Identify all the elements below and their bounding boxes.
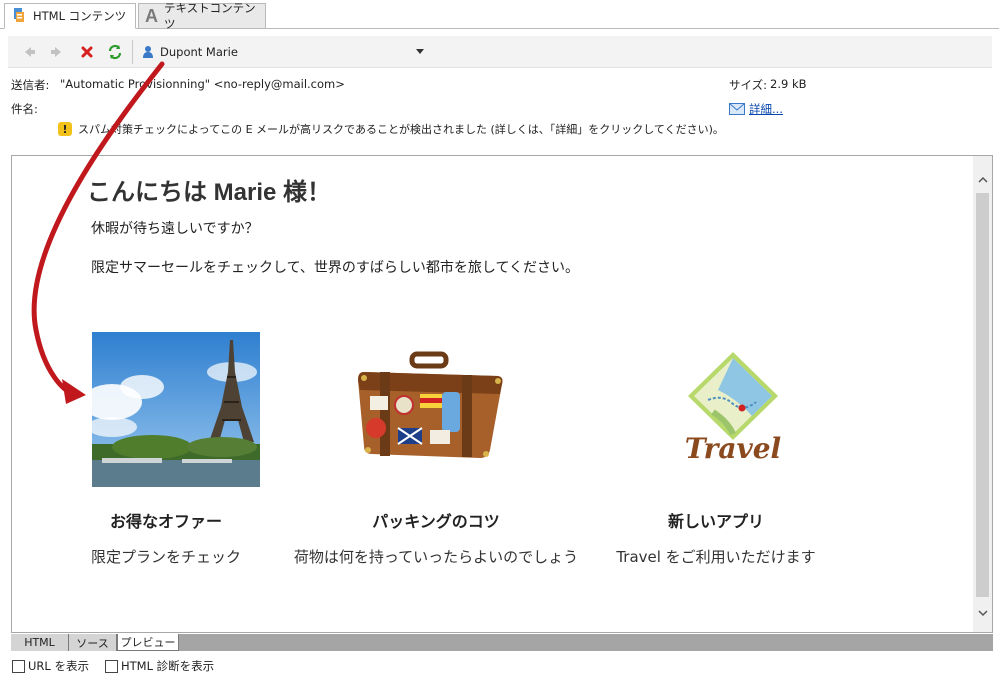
show-html-diag-option[interactable]: HTML 診断を表示: [104, 658, 215, 674]
chevron-down-icon: [977, 609, 988, 616]
show-url-label: URL を表示: [28, 659, 89, 673]
chevron-up-icon: [977, 176, 988, 183]
chevron-down-icon: [416, 49, 424, 54]
app-card-desc: Travel をご利用いただけます: [616, 548, 816, 566]
app-card-title: 新しいアプリ: [667, 512, 764, 531]
size-label: サイズ:: [729, 78, 768, 92]
travel-logo-text: Travel: [684, 432, 782, 465]
show-url-checkbox[interactable]: [12, 659, 25, 673]
packing-card-title: パッキングのコツ: [372, 512, 500, 531]
forward-arrow-icon: [51, 47, 61, 57]
content-tab-strip: HTML コンテンツ A テキストコンテンツ: [0, 0, 999, 31]
preview-scrollbar[interactable]: [973, 156, 992, 632]
scroll-thumb[interactable]: [976, 193, 989, 597]
recipient-selector[interactable]: Dupont Marie: [142, 41, 428, 63]
text-content-icon: A: [145, 5, 158, 26]
details-link-label: 詳細...: [749, 102, 783, 116]
show-html-diag-label: HTML 診断を表示: [120, 659, 215, 673]
recipient-name: Dupont Marie: [160, 45, 238, 59]
tab-html[interactable]: HTML: [11, 634, 69, 651]
suitcase-image[interactable]: [352, 350, 508, 470]
preview-toolbar: Dupont Marie: [8, 36, 992, 68]
scroll-down-button[interactable]: [973, 604, 992, 622]
scroll-up-button[interactable]: [973, 170, 992, 188]
tab-html-content[interactable]: HTML コンテンツ: [4, 3, 136, 29]
eiffel-tower-image[interactable]: [82, 332, 260, 487]
show-url-option[interactable]: URL を表示: [12, 658, 89, 674]
email-line-2: 限定サマーセールをチェックして、世界のすばらしい都市を旅してください。: [91, 260, 580, 276]
back-arrow-icon: [25, 47, 35, 57]
packing-card: パッキングのコツ 荷物は何を持っていったらよいのでしょう: [276, 332, 596, 572]
close-icon: [81, 46, 93, 58]
remove-button[interactable]: [78, 43, 96, 61]
html-content-icon: [11, 7, 27, 26]
travel-app-logo[interactable]: Travel: [678, 350, 788, 470]
tab-html-content-label: HTML コンテンツ: [33, 9, 127, 23]
tab-text-content[interactable]: A テキストコンテンツ: [138, 1, 266, 31]
warning-icon: !: [58, 122, 72, 136]
packing-card-desc: 荷物は何を持っていったらよいのでしょう: [293, 548, 579, 566]
tab-text-content-label: テキストコンテンツ: [164, 1, 256, 31]
view-mode-tabs: HTML ソース プレビュー: [11, 634, 993, 651]
back-button[interactable]: [20, 43, 38, 61]
app-card: Travel 新しいアプリ Travel をご利用いただけます: [556, 332, 876, 572]
refresh-icon: [108, 44, 122, 60]
details-link[interactable]: 詳細...: [729, 101, 783, 117]
email-line-1: 休暇が待ち遠しいですか？: [91, 221, 259, 237]
refresh-button[interactable]: [106, 43, 124, 61]
sender-value: "Automatic Provisionning" <no-reply@mail…: [60, 77, 345, 91]
email-greeting: こんにちは Marie 様！: [87, 179, 332, 206]
toolbar-separator: [132, 40, 133, 64]
spam-warning-text: スパム対策チェックによってこの E メールが高リスクであることが検出されました …: [78, 123, 724, 136]
show-html-diag-checkbox[interactable]: [104, 659, 118, 673]
size-value: 2.9 kB: [770, 77, 807, 91]
preview-options: URL を表示 HTML 診断を表示: [12, 658, 230, 674]
tab-source[interactable]: ソース: [69, 634, 117, 651]
envelope-icon: [729, 103, 745, 115]
forward-button[interactable]: [48, 43, 66, 61]
email-preview-frame: こんにちは Marie 様！ 休暇が待ち遠しいですか？ 限定サマーセールをチェッ…: [11, 155, 993, 633]
subject-label: 件名:: [11, 102, 38, 116]
user-icon: [143, 46, 153, 58]
tab-preview[interactable]: プレビュー: [117, 634, 179, 651]
sender-label: 送信者:: [11, 78, 50, 92]
spam-warning: ! スパム対策チェックによってこの E メールが高リスクであることが検出されまし…: [58, 121, 724, 137]
